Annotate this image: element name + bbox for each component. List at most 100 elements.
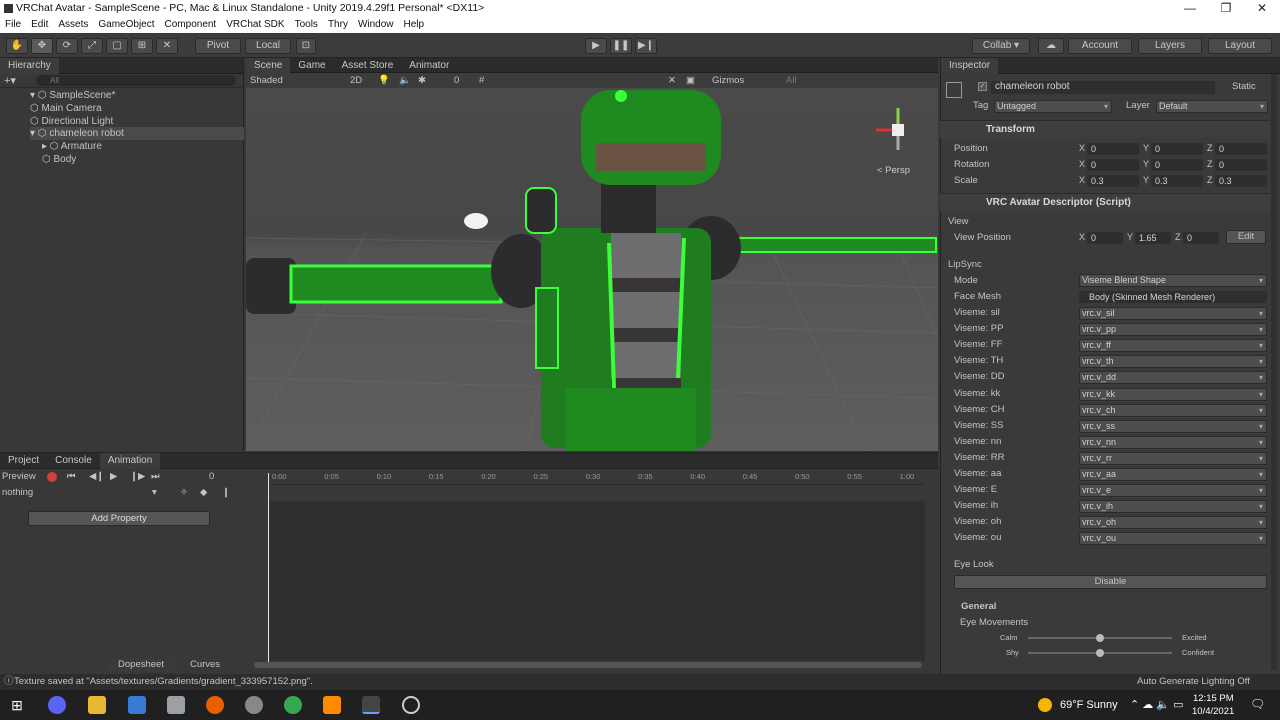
viseme-dropdown[interactable]: vrc.v_pp (1079, 323, 1267, 337)
prev-key-icon[interactable]: ◀❙ (89, 469, 104, 485)
local-toggle[interactable]: Local (245, 38, 291, 54)
step-button[interactable]: ▶❙ (635, 38, 657, 54)
chrome-icon[interactable] (284, 696, 302, 714)
menu-item[interactable]: Edit (26, 17, 53, 33)
eye-look-foldout[interactable]: Eye Look (954, 558, 994, 572)
viseme-dropdown[interactable]: vrc.v_kk (1079, 387, 1267, 401)
menu-item[interactable]: Assets (53, 17, 93, 33)
tab-console[interactable]: Console (47, 453, 100, 469)
timeline-scrollbar[interactable] (254, 662, 922, 668)
minimize-button[interactable]: — (1172, 0, 1208, 17)
app-icon-orange[interactable] (323, 696, 341, 714)
scale-y-field[interactable]: 0.3 (1151, 175, 1203, 187)
collab-dropdown[interactable]: Collab ▾ (972, 38, 1030, 54)
position-z-field[interactable]: 0 (1215, 143, 1267, 155)
grid-snap-icon[interactable]: ⊡ (296, 38, 316, 54)
file-explorer-icon[interactable] (88, 696, 106, 714)
pause-button[interactable]: ❚❚ (610, 38, 632, 54)
hand-tool-icon[interactable]: ✋ (6, 38, 28, 54)
add-property-button[interactable]: Add Property (28, 511, 210, 526)
viseme-dropdown[interactable]: vrc.v_ss (1079, 419, 1267, 433)
calculator-icon[interactable] (128, 696, 146, 714)
tag-dropdown[interactable]: Untagged (994, 100, 1112, 113)
menu-item[interactable]: GameObject (93, 17, 159, 33)
clock-date[interactable]: 10/4/2021 (1192, 706, 1234, 717)
face-mesh-field[interactable]: Body (Skinned Mesh Renderer) (1079, 291, 1267, 303)
tab-animator[interactable]: Animator (401, 58, 457, 73)
tools-icon[interactable]: ✕ (668, 73, 676, 88)
maximize-button[interactable]: ❐ (1208, 0, 1244, 17)
view-position-z-field[interactable]: 0 (1183, 232, 1219, 244)
viseme-dropdown[interactable]: vrc.v_oh (1079, 516, 1267, 530)
scale-z-field[interactable]: 0.3 (1215, 175, 1267, 187)
tab-scene[interactable]: Scene (246, 58, 291, 73)
record-icon[interactable] (47, 472, 57, 482)
frame-field[interactable]: 0 (209, 469, 214, 485)
status-message[interactable]: Texture saved at "Assets/textures/Gradie… (14, 674, 313, 690)
tab-animation[interactable]: Animation (99, 453, 161, 469)
viseme-dropdown[interactable]: vrc.v_rr (1079, 451, 1267, 465)
rect-tool-icon[interactable]: ▢ (106, 38, 128, 54)
viseme-dropdown[interactable]: vrc.v_e (1079, 484, 1267, 498)
clip-dropdown-arrow-icon[interactable]: ▾ (152, 485, 157, 501)
rotation-z-field[interactable]: 0 (1215, 159, 1267, 171)
pivot-toggle[interactable]: Pivot (195, 38, 241, 54)
unity-taskbar-icon[interactable] (362, 696, 380, 714)
inspector-scrollbar[interactable] (1271, 74, 1277, 670)
viseme-dropdown[interactable]: vrc.v_ff (1079, 339, 1267, 353)
play-button[interactable]: ▶ (585, 38, 607, 54)
gizmos-dropdown[interactable]: Gizmos (712, 73, 744, 88)
layers-dropdown[interactable]: Layers (1138, 38, 1202, 54)
clip-dropdown[interactable]: nothing (2, 485, 33, 501)
position-x-field[interactable]: 0 (1087, 143, 1139, 155)
disable-button[interactable]: Disable (954, 575, 1267, 589)
rotation-y-field[interactable]: 0 (1151, 159, 1203, 171)
anim-play-icon[interactable]: ▶ (110, 469, 117, 485)
time-ruler[interactable]: 0:00 0:05 0:10 0:15 0:20 0:25 0:30 0:35 0:40 0:45… (270, 469, 925, 485)
slider-knob[interactable] (1096, 649, 1104, 657)
shy-confident-slider[interactable] (1028, 649, 1172, 657)
menu-item[interactable]: Window (353, 17, 399, 33)
avatar-descriptor-header[interactable]: VRC Avatar Descriptor (Script) (940, 193, 1270, 211)
weather-text[interactable]: 69°F Sunny (1060, 699, 1118, 711)
light-gizmo-icon[interactable] (464, 213, 488, 229)
account-dropdown[interactable]: Account (1068, 38, 1132, 54)
tab-project[interactable]: Project (0, 453, 47, 469)
add-event-icon[interactable]: ◆ (200, 485, 207, 501)
camera-icon[interactable]: ▣ (686, 73, 695, 88)
curves-tab[interactable]: Curves (176, 658, 234, 672)
tab-asset-store[interactable]: Asset Store (334, 58, 402, 73)
notification-icon[interactable]: 🗨 (1250, 697, 1265, 711)
app-icon[interactable] (167, 696, 185, 714)
grid-icon[interactable]: # (479, 73, 484, 88)
object-name-field[interactable]: chameleon robot (991, 81, 1215, 94)
shading-mode-dropdown[interactable]: Shaded (250, 73, 283, 88)
preview-toggle[interactable]: Preview (2, 469, 36, 485)
viseme-dropdown[interactable]: vrc.v_dd (1079, 371, 1267, 385)
hierarchy-item[interactable]: ⬡ Main Camera (30, 102, 244, 115)
audio-toggle-icon[interactable]: 🔈 (399, 73, 411, 88)
tab-hierarchy[interactable]: Hierarchy (0, 58, 59, 74)
viseme-dropdown[interactable]: vrc.v_sil (1079, 307, 1267, 320)
light-toggle-icon[interactable]: 💡 (378, 73, 390, 88)
active-checkbox[interactable]: ✓ (978, 82, 987, 91)
hierarchy-item[interactable]: ▾ ⬡ chameleon robot (30, 127, 244, 141)
layer-dropdown[interactable]: Default (1156, 100, 1268, 113)
viseme-dropdown[interactable]: vrc.v_th (1079, 355, 1267, 369)
menu-item[interactable]: File (0, 17, 26, 33)
robot-model[interactable] (246, 90, 937, 451)
viseme-dropdown[interactable]: vrc.v_aa (1079, 468, 1267, 481)
system-tray-icons[interactable]: ⌃ ☁ 🔈 ▭ (1130, 698, 1183, 711)
scene-viewport[interactable]: < Persp (246, 88, 938, 451)
scale-tool-icon[interactable]: ⤢ (81, 38, 103, 54)
close-button[interactable]: ✕ (1244, 0, 1280, 17)
clock-time[interactable]: 12:15 PM (1193, 693, 1234, 704)
scene-search-input[interactable]: All (786, 73, 797, 88)
next-key-icon[interactable]: ❙▶ (130, 469, 145, 485)
projection-label[interactable]: < Persp (877, 165, 910, 176)
dopesheet-area[interactable] (270, 501, 925, 661)
hidden-count[interactable]: 0 (454, 73, 459, 88)
viseme-dropdown[interactable]: vrc.v_nn (1079, 435, 1267, 449)
rotation-x-field[interactable]: 0 (1087, 159, 1139, 171)
2d-toggle[interactable]: 2D (350, 73, 362, 88)
